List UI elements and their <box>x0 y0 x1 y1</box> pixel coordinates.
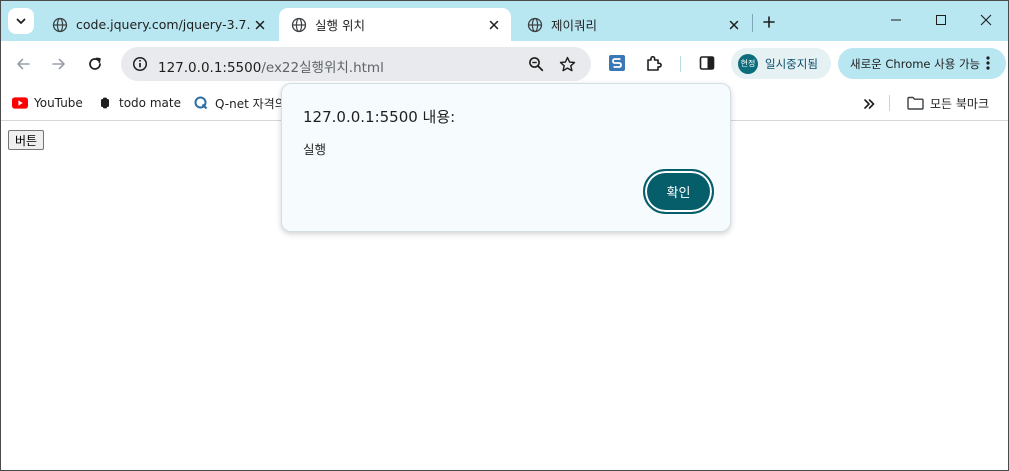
maximize-icon <box>936 15 946 25</box>
reload-icon <box>89 57 101 70</box>
globe-icon <box>291 17 307 33</box>
url-host: 127.0.0.1:5500 <box>158 60 262 76</box>
minimize-button[interactable] <box>873 6 919 34</box>
zoom-icon[interactable] <box>525 53 547 75</box>
more-vert-icon[interactable] <box>980 55 996 71</box>
browser-window: code.jquery.com/jquery-3.7.1.min.js 실행 위… <box>0 0 1009 471</box>
bookmark-qnet[interactable]: Q-net 자격의 <box>193 93 286 113</box>
alert-dialog: 127.0.0.1:5500 내용: 실행 확인 <box>281 83 731 232</box>
chrome-update-button[interactable]: 새로운 Chrome 사용 가능 <box>838 48 1006 79</box>
extension-s-icon[interactable] <box>605 51 629 75</box>
todo-mate-icon <box>97 95 113 111</box>
url-path: /ex22실행위치.html <box>261 60 384 76</box>
dialog-message: 실행 <box>303 142 327 157</box>
address-bar[interactable]: 127.0.0.1:5500/ex22실행위치.html <box>121 47 591 81</box>
tab-jquery-cdn[interactable]: code.jquery.com/jquery-3.7.1.min.js <box>40 8 277 41</box>
tab-title: code.jquery.com/jquery-3.7.1.min.js <box>76 17 251 32</box>
bookmark-label: Q-net 자격의 <box>215 96 286 111</box>
tab-strip: code.jquery.com/jquery-3.7.1.min.js 실행 위… <box>0 0 1009 41</box>
minimize-icon <box>891 19 901 21</box>
page-button[interactable]: 버튼 <box>8 130 45 150</box>
plus-icon <box>763 16 775 28</box>
bookmark-separator <box>889 95 890 111</box>
profile-status: 일시중지됨 <box>765 56 818 71</box>
globe-icon <box>52 17 68 33</box>
all-bookmarks[interactable]: 모든 북마크 <box>906 93 989 113</box>
new-tab-button[interactable] <box>758 11 780 33</box>
tab-title: 실행 위치 <box>315 18 365 33</box>
youtube-icon <box>12 95 28 111</box>
close-window-button[interactable] <box>963 6 1009 34</box>
back-button[interactable] <box>9 50 37 78</box>
reload-button[interactable] <box>81 50 109 78</box>
bookmark-label: todo mate <box>119 96 181 110</box>
bookmark-todo-mate[interactable]: todo mate <box>97 93 181 113</box>
toolbar-separator <box>680 56 681 72</box>
tab-active[interactable]: 실행 위치 <box>279 8 511 41</box>
close-icon[interactable] <box>485 16 503 34</box>
tab-search-button[interactable] <box>8 8 34 34</box>
bookmark-star-icon[interactable] <box>556 53 578 75</box>
qnet-icon <box>193 95 209 111</box>
bookmark-youtube[interactable]: YouTube <box>12 93 83 113</box>
tab-title: 제이쿼리 <box>551 18 598 33</box>
close-icon[interactable] <box>725 16 743 34</box>
double-chevron-right-icon[interactable] <box>859 94 879 114</box>
close-icon[interactable] <box>251 16 269 34</box>
tab-jquery-kr[interactable]: 제이쿼리 <box>515 8 751 41</box>
update-label: 새로운 Chrome 사용 가능 <box>850 56 981 71</box>
bookmark-label: 모든 북마크 <box>930 96 990 111</box>
bookmark-label: YouTube <box>34 96 83 110</box>
close-icon <box>980 14 992 26</box>
ok-button[interactable]: 확인 <box>643 169 714 214</box>
arrow-right-icon <box>52 58 65 70</box>
site-info-icon[interactable] <box>129 53 151 75</box>
avatar: 현정 <box>738 53 758 74</box>
forward-button[interactable] <box>45 50 73 78</box>
toolbar: 127.0.0.1:5500/ex22실행위치.html 현정 일시중지됨 새로… <box>0 41 1009 86</box>
arrow-left-icon <box>17 58 30 70</box>
profile-button[interactable]: 현정 일시중지됨 <box>731 48 831 79</box>
chevron-down-icon <box>16 18 26 24</box>
extensions-puzzle-icon[interactable] <box>642 51 666 75</box>
url-text[interactable]: 127.0.0.1:5500/ex22실행위치.html <box>158 56 384 76</box>
globe-icon <box>527 17 543 33</box>
side-panel-icon[interactable] <box>695 51 719 75</box>
tab-separator <box>752 14 753 32</box>
maximize-button[interactable] <box>918 6 964 34</box>
folder-icon <box>906 95 924 111</box>
dialog-title: 127.0.0.1:5500 내용: <box>303 108 456 126</box>
